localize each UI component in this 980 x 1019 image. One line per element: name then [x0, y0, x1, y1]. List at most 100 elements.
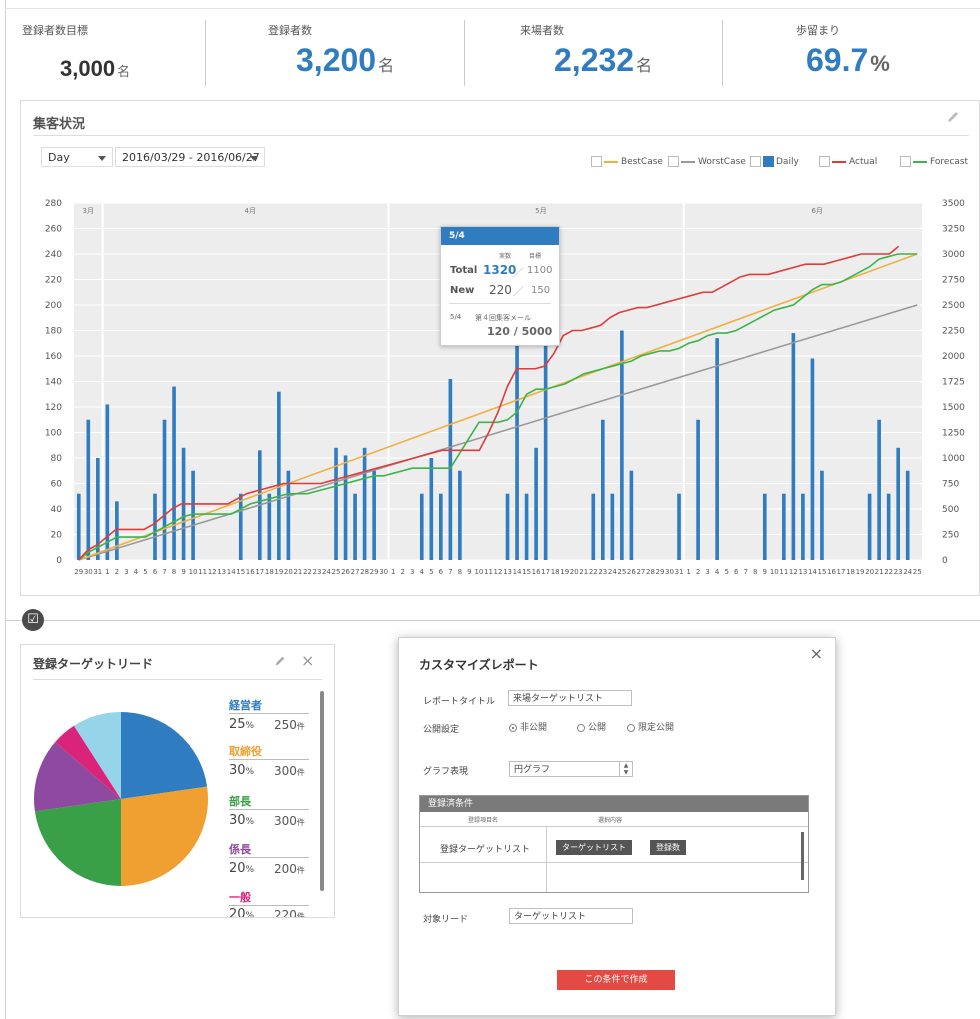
pie-slice[interactable]: [34, 799, 121, 886]
x-tick-label: 10: [474, 568, 483, 576]
tooltip-total-label: Total: [450, 265, 478, 276]
x-tick-label: 11: [779, 568, 788, 576]
daily-bar: [629, 470, 634, 560]
tooltip-date: 5/4: [441, 227, 559, 245]
report-title-input[interactable]: [508, 690, 632, 706]
check-icon[interactable]: ☑: [22, 609, 44, 631]
x-tick-label: 3: [124, 568, 128, 576]
graph-type-select[interactable]: 円グラフ ▲ ▼: [509, 761, 633, 777]
month-label: 5月: [535, 207, 546, 215]
pencil-icon[interactable]: [273, 653, 287, 672]
x-tick-label: 6: [439, 568, 444, 576]
x-tick-label: 13: [217, 568, 226, 576]
x-tick-label: 31: [675, 568, 684, 576]
segment-count: 200件: [274, 862, 305, 876]
y-right-tick-label: 2000: [942, 352, 965, 362]
daily-bar: [534, 447, 538, 560]
x-tick-label: 20: [284, 568, 293, 576]
daily-bar: [191, 470, 195, 560]
y-right-tick-label: 0: [942, 556, 948, 566]
condition-chip[interactable]: ターゲットリスト: [556, 840, 632, 855]
y-right-tick-label: 1500: [942, 403, 965, 413]
x-tick-label: 7: [448, 568, 452, 576]
x-tick-label: 11: [198, 568, 207, 576]
visibility-label: 公開設定: [423, 725, 460, 735]
x-tick-label: 16: [246, 568, 255, 576]
segment-label: 取締役: [229, 745, 262, 758]
close-icon[interactable]: ×: [810, 644, 823, 663]
y-right-tick-label: 1250: [942, 429, 965, 439]
x-tick-label: 12: [494, 568, 503, 576]
x-tick-label: 23: [894, 568, 903, 576]
segment-pct: 20%: [229, 861, 255, 876]
daily-bar: [505, 493, 510, 560]
x-tick-label: 9: [467, 568, 471, 576]
graph-label: グラフ表現: [423, 767, 469, 777]
x-tick-label: 14: [227, 568, 236, 576]
x-tick-label: 21: [875, 568, 884, 576]
x-tick-label: 10: [189, 568, 198, 576]
month-label: 3月: [83, 207, 94, 215]
tooltip-new-actual: 220: [489, 283, 512, 297]
x-tick-label: 28: [646, 568, 655, 576]
close-icon[interactable]: ×: [301, 651, 314, 670]
x-tick-label: 26: [627, 568, 636, 576]
x-tick-label: 8: [753, 568, 757, 576]
segment-pct: 20%: [229, 907, 255, 918]
x-tick-label: 31: [93, 568, 102, 576]
report-title-label: レポートタイトル: [423, 697, 496, 707]
radio-private[interactable]: 非公開: [509, 720, 547, 733]
x-tick-label: 18: [551, 568, 560, 576]
x-tick-label: 21: [293, 568, 302, 576]
pie-chart: [34, 712, 209, 886]
scrollbar[interactable]: [801, 832, 804, 880]
x-tick-label: 6: [153, 568, 158, 576]
pie-slice[interactable]: [121, 786, 209, 886]
x-tick-label: 5: [724, 568, 728, 576]
column-divider: [546, 826, 547, 892]
tooltip-total-target: 1100: [527, 265, 553, 276]
x-tick-label: 16: [827, 568, 836, 576]
pie-panel-title: 登録ターゲットリード: [33, 657, 154, 671]
x-tick-label: 17: [837, 568, 846, 576]
daily-bar: [343, 455, 348, 560]
x-tick-label: 23: [313, 568, 322, 576]
x-tick-label: 27: [351, 568, 360, 576]
target-lead-panel: 登録ターゲットリード × 経営者 25% 250件 取締役 30% 300件 部…: [20, 644, 335, 918]
x-tick-label: 30: [379, 568, 388, 576]
segment-label: 係長: [229, 843, 251, 856]
target-lead-input[interactable]: [509, 908, 633, 924]
y-right-tick-label: 3500: [942, 199, 965, 209]
daily-bar: [543, 333, 548, 560]
radio-public[interactable]: 公開: [577, 720, 606, 733]
daily-bar: [715, 338, 719, 560]
x-tick-label: 1: [686, 568, 690, 576]
x-tick-label: 30: [84, 568, 93, 576]
condition-chip[interactable]: 登録数: [650, 840, 686, 855]
graph-type-value: 円グラフ: [514, 765, 551, 775]
x-tick-label: 8: [172, 568, 176, 576]
conditions-subheader: 登録項目名 選択内容: [420, 812, 808, 827]
x-tick-label: 2: [696, 568, 700, 576]
y-right-tick-label: 2750: [942, 276, 965, 286]
scrollbar[interactable]: [320, 691, 324, 891]
tooltip-divider: [449, 303, 551, 304]
y-right-tick-label: 2250: [942, 327, 965, 337]
y-left-tick-label: 20: [51, 531, 63, 541]
x-tick-label: 20: [570, 568, 579, 576]
pie-slice[interactable]: [121, 712, 208, 799]
tooltip-new-label: New: [450, 285, 475, 296]
month-label: 4月: [245, 207, 256, 215]
radio-limited[interactable]: 限定公開: [627, 720, 674, 733]
daily-bar: [458, 470, 462, 560]
tooltip-slash: ／: [513, 285, 524, 298]
section-divider: [6, 620, 980, 621]
daily-bar: [267, 493, 272, 560]
y-left-tick-label: 0: [56, 556, 62, 566]
create-button[interactable]: この条件で作成: [557, 970, 675, 990]
col-item-header: 登録項目名: [468, 817, 499, 824]
tooltip-slash: ／: [513, 266, 524, 279]
x-tick-label: 23: [598, 568, 607, 576]
y-left-tick-label: 280: [45, 199, 62, 209]
daily-bar: [362, 447, 367, 560]
